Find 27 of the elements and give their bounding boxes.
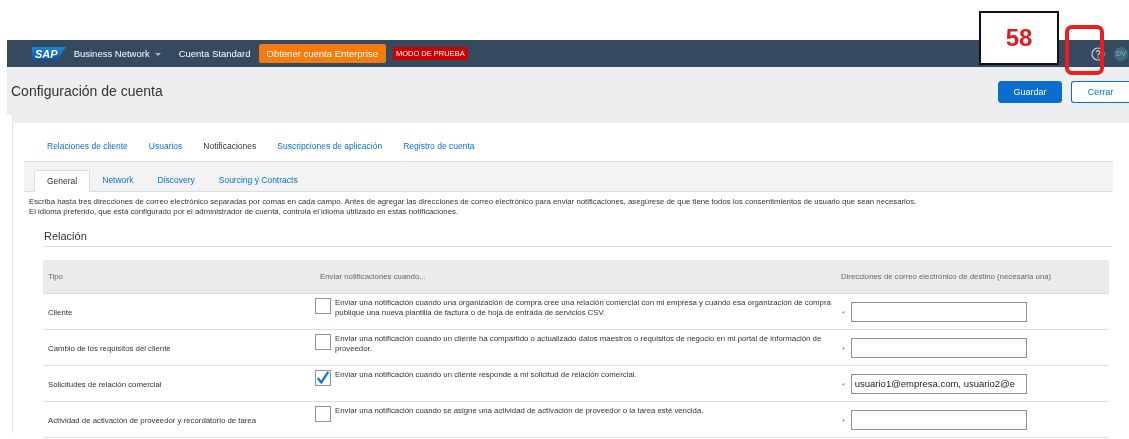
save-button[interactable]: Guardar bbox=[998, 81, 1062, 103]
email-field[interactable] bbox=[850, 337, 1027, 358]
sub-tab[interactable]: Network bbox=[90, 170, 146, 191]
sub-tab[interactable]: General bbox=[34, 170, 91, 192]
section-tab[interactable]: Notificaciones bbox=[203, 141, 257, 151]
email-field[interactable] bbox=[850, 409, 1027, 430]
checkbox[interactable] bbox=[315, 406, 331, 422]
checkbox[interactable] bbox=[315, 370, 331, 386]
section-tab[interactable]: Suscripciones de aplicación bbox=[277, 141, 383, 151]
email-field[interactable]: usuario1@empresa.com, usuario2@e bbox=[850, 373, 1027, 394]
section-tab[interactable]: Relaciones de cliente bbox=[47, 141, 128, 151]
sap-logo[interactable]: SAP bbox=[32, 46, 67, 61]
email-field[interactable] bbox=[850, 301, 1027, 322]
account-type-label: Cuenta Standard bbox=[178, 48, 251, 59]
checkbox[interactable] bbox=[315, 298, 331, 314]
close-button[interactable]: Cerrar bbox=[1071, 81, 1129, 103]
checkbox[interactable] bbox=[315, 334, 331, 350]
product-menu[interactable]: Business Network bbox=[73, 48, 161, 59]
page-title: Configuración de cuenta bbox=[11, 83, 164, 99]
sub-tab[interactable]: Sourcing y Contracts bbox=[206, 170, 310, 191]
section-tab[interactable]: Usuarios bbox=[148, 141, 183, 151]
caret-icon bbox=[154, 53, 161, 56]
help-icon[interactable] bbox=[1091, 46, 1105, 61]
sub-tab[interactable]: Discovery bbox=[145, 170, 207, 191]
step-number-callout: 58 bbox=[979, 11, 1059, 65]
section-heading: Relación bbox=[44, 230, 1112, 247]
section-tab[interactable]: Registro de cuenta bbox=[403, 141, 475, 151]
